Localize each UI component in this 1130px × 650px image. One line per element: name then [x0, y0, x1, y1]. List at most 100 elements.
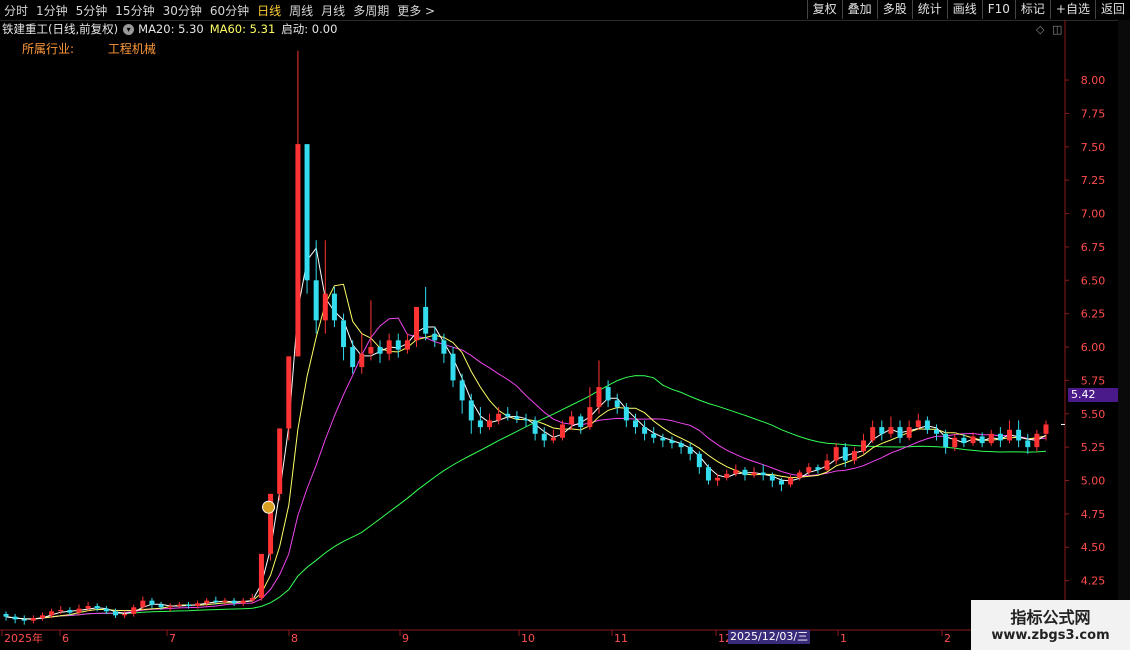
candle-body [1016, 429, 1022, 441]
candle-body [623, 407, 629, 421]
candle-body [569, 416, 575, 425]
candle-body [669, 440, 675, 444]
candle-body [769, 475, 775, 481]
money-bag-icon [262, 500, 276, 514]
candle-body [450, 353, 456, 381]
candle-body [979, 436, 985, 444]
candle-body [158, 604, 164, 608]
candle-body [906, 427, 912, 438]
y-tick-label: 6.75 [1081, 241, 1106, 254]
candle-body [851, 451, 857, 461]
x-tick-label: 6 [62, 632, 69, 645]
candle-body [341, 320, 347, 348]
y-tick-label: 6.50 [1081, 274, 1106, 287]
candlestick-chart[interactable]: 4.004.254.504.755.005.255.505.756.006.25… [0, 0, 1130, 650]
candle-body [432, 333, 438, 341]
candle-body [496, 413, 502, 421]
candle-body [879, 427, 885, 434]
candle-body [614, 400, 620, 408]
x-tick-label: 10 [521, 632, 535, 645]
candle-body [934, 429, 940, 434]
candle-body [788, 477, 794, 485]
candle-body [231, 600, 237, 604]
candle-body [943, 433, 949, 448]
candle-body [541, 433, 547, 441]
y-tick-label: 4.75 [1081, 508, 1106, 521]
candle-body [660, 437, 666, 441]
candle-body [176, 604, 182, 606]
y-tick-label: 7.00 [1081, 208, 1106, 221]
y-tick-label: 8.00 [1081, 74, 1106, 87]
candle-body [742, 469, 748, 476]
candle-body [587, 407, 593, 428]
candle-body [596, 387, 602, 408]
y-tick-label: 5.75 [1081, 374, 1106, 387]
right-side-strip [1118, 20, 1130, 650]
ma60-line [5, 375, 1047, 620]
candle-body [459, 380, 465, 401]
candle-body [185, 604, 191, 606]
candle-body [222, 600, 228, 602]
ma20-line [5, 317, 1047, 620]
candle-body [961, 437, 967, 444]
candle-body [322, 293, 328, 321]
candle-body [414, 306, 420, 341]
candle-body [204, 600, 210, 604]
candle-body [441, 340, 447, 354]
x-tick-label: 9 [402, 632, 409, 645]
candle-body [1043, 424, 1049, 434]
watermark-title: 指标公式网 [1010, 608, 1091, 627]
candle-body [67, 609, 73, 613]
candle-body [350, 347, 356, 368]
candle-body [295, 144, 301, 357]
candle-body [888, 427, 894, 434]
candle-body [997, 433, 1003, 441]
candle-body [724, 473, 730, 478]
candle-body [39, 615, 45, 618]
candle-body [970, 436, 976, 444]
crosshair-date-tag: 2025/12/03/三 [728, 630, 811, 644]
candle-body [915, 420, 921, 428]
candle-body [304, 144, 310, 281]
candle-body [642, 427, 648, 434]
candle-body [924, 420, 930, 430]
candle-body [1007, 429, 1013, 441]
y-tick-label: 7.50 [1081, 141, 1106, 154]
candle-body [258, 553, 264, 598]
watermark: 指标公式网 www.zbgs3.com [971, 600, 1130, 650]
candle-body [870, 427, 876, 441]
candle-body [404, 340, 410, 350]
candle-body [833, 447, 839, 461]
candle-body [505, 413, 511, 417]
candle-body [861, 440, 867, 452]
y-tick-label: 4.50 [1081, 541, 1106, 554]
candle-body [313, 280, 319, 321]
candle-body [952, 437, 958, 448]
candle-body [477, 420, 483, 428]
candle-body [286, 356, 292, 429]
candle-body [167, 605, 173, 608]
candle-body [559, 424, 565, 438]
candle-body [249, 597, 255, 601]
candle-body [605, 387, 611, 401]
candle-body [897, 427, 903, 438]
candle-body [12, 616, 18, 620]
candle-body [842, 447, 848, 461]
candle-body [94, 605, 100, 609]
candle-body [751, 472, 757, 476]
candle-body [359, 353, 365, 368]
candle-body [277, 428, 283, 494]
candle-body [550, 437, 556, 441]
y-tick-label: 5.00 [1081, 475, 1106, 488]
candle-body [85, 605, 91, 609]
candle-body [76, 608, 82, 613]
x-tick-label: 2 [944, 632, 951, 645]
candle-body [988, 433, 994, 444]
candle-body [523, 419, 529, 421]
x-tick-label: 7 [169, 632, 176, 645]
candle-body [149, 600, 155, 605]
x-tick-label: 11 [614, 632, 628, 645]
candle-body [195, 603, 201, 606]
candle-body [140, 600, 146, 608]
candle-body [122, 613, 128, 616]
